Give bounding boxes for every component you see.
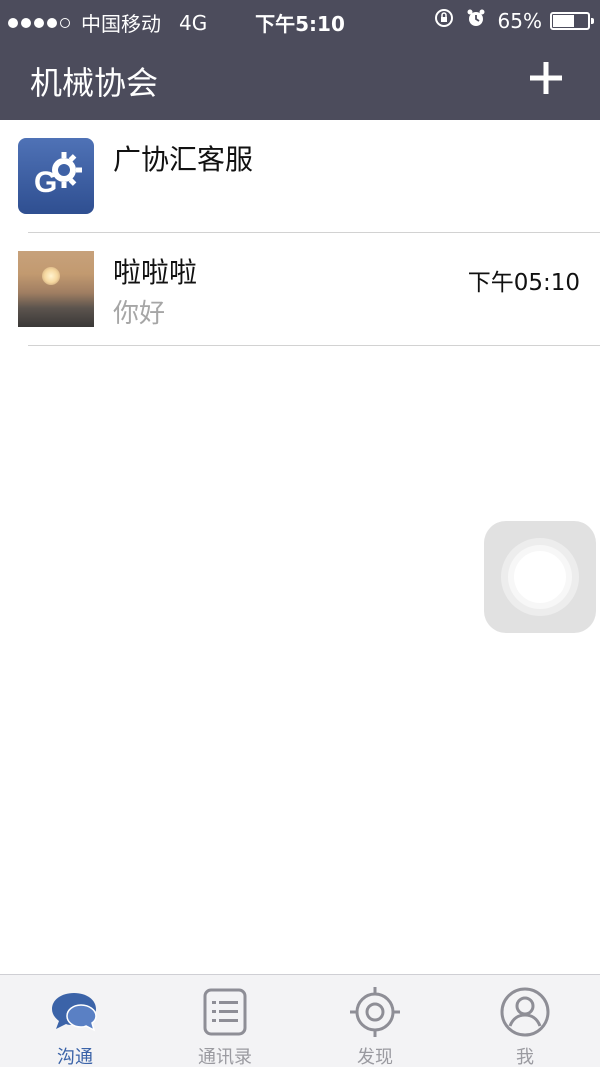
tab-chat[interactable]: 沟通 <box>0 975 150 1067</box>
tab-bar: 沟通 通讯录 发现 我 <box>0 974 600 1067</box>
contacts-list-icon <box>203 988 247 1036</box>
battery-percent: 65% <box>497 8 542 33</box>
status-bar: 中国移动 4G 下午5:10 65% <box>0 0 600 40</box>
conversation-item[interactable]: 啦啦啦 你好 下午05:10 <box>0 233 600 346</box>
discover-target-icon <box>350 987 400 1037</box>
battery-fill <box>553 14 575 27</box>
tab-label: 发现 <box>357 1047 393 1067</box>
plus-icon <box>530 62 562 94</box>
conversation-name: 广协汇客服 <box>113 143 254 176</box>
chat-bubbles-icon <box>52 993 97 1032</box>
tab-contacts[interactable]: 通讯录 <box>150 975 300 1067</box>
gear-icon: G <box>34 152 82 199</box>
add-button[interactable] <box>528 60 564 96</box>
tab-label: 我 <box>516 1047 534 1067</box>
sunset-photo-avatar <box>18 251 94 327</box>
conversation-message: 你好 <box>113 299 166 329</box>
conversation-item[interactable]: G 广协汇客服 <box>0 120 600 233</box>
sun-graphic <box>42 267 60 285</box>
profile-icon <box>500 987 550 1037</box>
page-title: 机械协会 <box>30 64 159 102</box>
tab-label: 通讯录 <box>198 1047 252 1067</box>
conversation-list: G 广协汇客服 啦啦啦 你好 下午05:10 <box>0 120 600 346</box>
conversation-time: 下午05:10 <box>467 270 580 296</box>
tab-me[interactable]: 我 <box>450 975 600 1067</box>
rotation-lock-icon <box>434 8 454 33</box>
nav-bar: 机械协会 <box>0 40 600 120</box>
alarm-icon <box>466 8 486 33</box>
divider <box>28 345 600 346</box>
assistive-touch-button[interactable] <box>484 521 596 633</box>
avatar-letter: G <box>34 166 57 199</box>
status-right: 65% <box>434 8 594 33</box>
assistive-touch-icon <box>514 551 566 603</box>
conversation-name: 啦啦啦 <box>113 256 198 289</box>
tab-label: 沟通 <box>57 1047 93 1067</box>
battery-icon <box>550 11 594 30</box>
gear-logo-avatar: G <box>18 138 94 214</box>
tab-discover[interactable]: 发现 <box>300 975 450 1067</box>
